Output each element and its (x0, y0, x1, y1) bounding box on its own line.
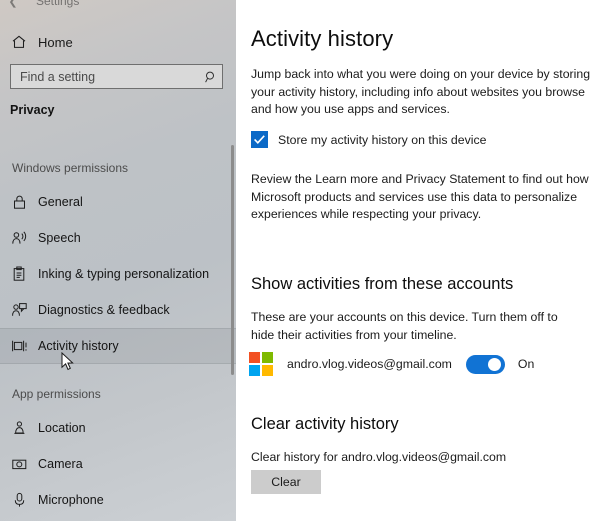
store-activity-checkbox[interactable] (251, 131, 268, 148)
sidebar-category-label: Privacy (10, 103, 54, 117)
logo-quadrant-blue (249, 365, 260, 376)
account-activity-toggle[interactable] (466, 355, 505, 374)
sidebar-item-inking[interactable]: Inking & typing personalization (0, 256, 236, 292)
camera-icon (0, 456, 38, 472)
review-text: Review the Learn more and Privacy Statem… (251, 171, 599, 224)
sidebar-item-location[interactable]: Location (0, 410, 236, 446)
lock-icon (0, 194, 38, 210)
account-row: andro.vlog.videos@gmail.com On (249, 352, 534, 376)
sidebar-item-label: Location (38, 421, 86, 435)
sidebar-item-label: Camera (38, 457, 83, 471)
timeline-icon (0, 338, 38, 354)
window-title: Settings (36, 0, 79, 8)
toggle-knob (488, 358, 501, 371)
nav-group-app-permissions: App permissions (0, 378, 236, 410)
sidebar-item-label: Microphone (38, 493, 104, 507)
store-activity-checkbox-label: Store my activity history on this device (278, 133, 486, 147)
sidebar-item-label: Inking & typing personalization (38, 267, 209, 281)
search-icon[interactable] (200, 70, 222, 84)
clear-section-heading: Clear activity history (251, 415, 399, 434)
store-activity-checkbox-row[interactable]: Store my activity history on this device (251, 131, 486, 148)
speech-person-icon (0, 230, 38, 246)
logo-quadrant-yellow (262, 365, 273, 376)
main-content: Activity history Jump back into what you… (236, 0, 600, 521)
microphone-icon (0, 492, 38, 508)
sidebar-item-diagnostics[interactable]: Diagnostics & feedback (0, 292, 236, 328)
sidebar-item-microphone[interactable]: Microphone (0, 482, 236, 518)
search-box[interactable] (10, 64, 223, 89)
location-pin-icon (0, 420, 38, 436)
titlebar: ❮ Settings (0, 0, 236, 11)
microsoft-logo-icon (249, 352, 273, 376)
home-icon (0, 34, 38, 50)
accounts-section-heading: Show activities from these accounts (251, 275, 513, 294)
sidebar: ❮ Settings Home Privacy Wind (0, 0, 236, 521)
logo-quadrant-red (249, 352, 260, 363)
sidebar-scrollbar[interactable] (231, 145, 234, 375)
feedback-person-icon (0, 302, 38, 318)
logo-quadrant-green (262, 352, 273, 363)
settings-window: ❮ Settings Home Privacy Wind (0, 0, 600, 521)
page-title: Activity history (251, 26, 393, 52)
clear-button[interactable]: Clear (251, 470, 321, 494)
clipboard-icon (0, 266, 38, 282)
sidebar-nav: Windows permissions General (0, 152, 236, 518)
sidebar-item-camera[interactable]: Camera (0, 446, 236, 482)
sidebar-item-label: Activity history (38, 339, 119, 353)
sidebar-item-label: Speech (38, 231, 81, 245)
sidebar-item-activity-history[interactable]: Activity history (0, 328, 236, 364)
sidebar-item-home[interactable]: Home (0, 29, 236, 55)
clear-description: Clear history for andro.vlog.videos@gmai… (251, 450, 506, 464)
account-email: andro.vlog.videos@gmail.com (287, 357, 452, 371)
nav-group-windows-permissions: Windows permissions (0, 152, 236, 184)
toggle-state-label: On (518, 357, 534, 371)
back-arrow-icon[interactable]: ❮ (0, 0, 26, 8)
sidebar-item-speech[interactable]: Speech (0, 220, 236, 256)
sidebar-home-label: Home (38, 35, 73, 50)
sidebar-item-label: Diagnostics & feedback (38, 303, 170, 317)
sidebar-item-label: General (38, 195, 83, 209)
sidebar-item-general[interactable]: General (0, 184, 236, 220)
accounts-description: These are your accounts on this device. … (251, 309, 573, 344)
search-input[interactable] (11, 65, 200, 88)
intro-text: Jump back into what you were doing on yo… (251, 66, 593, 119)
